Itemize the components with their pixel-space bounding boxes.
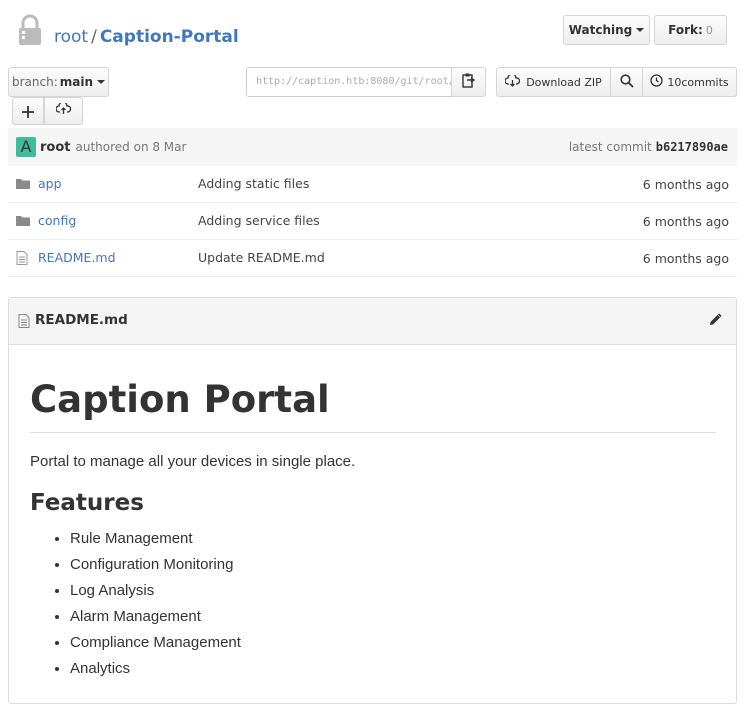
- add-file-button[interactable]: [12, 97, 44, 125]
- download-zip-label: Download ZIP: [526, 75, 602, 89]
- pencil-icon[interactable]: [708, 313, 722, 331]
- file-name-link[interactable]: README.md: [38, 250, 116, 265]
- latest-commit-info: latest commit b6217890ae: [569, 128, 728, 166]
- cloud-upload-icon: [55, 101, 72, 119]
- file-commit-message[interactable]: Adding service files: [198, 213, 320, 228]
- commit-author-link[interactable]: root: [40, 140, 71, 155]
- latest-commit-bar: A root authored on 8 Mar latest commit b…: [8, 128, 737, 166]
- list-item: Analytics: [70, 656, 716, 682]
- list-item: Compliance Management: [70, 630, 716, 656]
- latest-commit-label: latest commit: [568, 140, 652, 154]
- list-item: Log Analysis: [70, 578, 716, 604]
- table-row: README.md Update README.md 6 months ago: [8, 240, 737, 277]
- file-text-icon: [18, 314, 30, 332]
- folder-icon: [16, 178, 30, 193]
- file-commit-message[interactable]: Update README.md: [198, 250, 325, 265]
- readme-filename: README.md: [35, 312, 128, 328]
- repo-actions-group: Download ZIP 10commits: [496, 67, 737, 97]
- file-name-link[interactable]: config: [38, 213, 76, 228]
- chevron-down-icon: [97, 80, 106, 84]
- readme-heading: Caption Portal: [30, 376, 716, 433]
- chevron-down-icon: [636, 28, 645, 32]
- commit-date: authored on 8 Mar: [75, 140, 187, 154]
- upload-file-button[interactable]: [44, 97, 83, 125]
- copy-url-button[interactable]: [451, 67, 486, 97]
- fork-button[interactable]: Fork: 0: [654, 15, 727, 45]
- commits-label: 10commits: [667, 75, 729, 89]
- repo-owner-link[interactable]: root: [54, 27, 88, 47]
- list-item: Rule Management: [70, 526, 716, 552]
- folder-icon: [16, 215, 30, 230]
- readme-intro: Portal to manage all your devices in sin…: [30, 453, 356, 470]
- fork-label: Fork:: [668, 23, 703, 37]
- readme-header: README.md: [9, 298, 736, 345]
- file-name-link[interactable]: app: [38, 176, 62, 191]
- file-commit-message[interactable]: Adding static files: [198, 176, 309, 191]
- file-age: 6 months ago: [642, 251, 729, 266]
- repo-header: root / Caption-Portal Watching Fork: 0: [0, 0, 746, 66]
- fork-count: 0: [705, 23, 713, 37]
- list-item: Alarm Management: [70, 604, 716, 630]
- commit-sha-link[interactable]: b6217890ae: [656, 140, 728, 154]
- history-icon: [650, 74, 667, 90]
- table-row: config Adding service files 6 months ago: [8, 203, 737, 240]
- table-row: app Adding static files 6 months ago: [8, 166, 737, 203]
- readme-content: Caption Portal Portal to manage all your…: [30, 376, 716, 682]
- list-item: Configuration Monitoring: [70, 552, 716, 578]
- commits-button[interactable]: 10commits: [643, 68, 736, 96]
- readme-panel: README.md Caption Portal Portal to manag…: [8, 297, 737, 704]
- branch-dropdown[interactable]: branch: main: [8, 67, 109, 97]
- clipboard-icon: [462, 73, 476, 92]
- search-button[interactable]: [611, 68, 643, 96]
- plus-icon: [22, 99, 34, 123]
- lock-icon: [17, 14, 43, 46]
- file-age: 6 months ago: [642, 177, 729, 192]
- features-heading: Features: [30, 490, 144, 516]
- search-icon: [619, 73, 634, 91]
- cloud-download-icon: [504, 72, 526, 90]
- branch-label: branch:: [11, 75, 58, 89]
- clone-url-input[interactable]: http://caption.htb:8080/git/root/Caption…: [246, 67, 452, 97]
- watch-button[interactable]: Watching: [563, 15, 650, 45]
- watch-label: Watching: [568, 23, 633, 37]
- features-list: Rule Management Configuration Monitoring…: [30, 526, 716, 682]
- branch-value: main: [59, 75, 94, 89]
- repo-title: root / Caption-Portal: [54, 26, 239, 48]
- file-text-icon: [16, 251, 28, 269]
- repo-title-separator: /: [91, 27, 97, 47]
- repo-name-link[interactable]: Caption-Portal: [100, 27, 239, 47]
- file-age: 6 months ago: [642, 214, 729, 229]
- avatar[interactable]: A: [16, 137, 36, 157]
- download-zip-button[interactable]: Download ZIP: [497, 68, 611, 96]
